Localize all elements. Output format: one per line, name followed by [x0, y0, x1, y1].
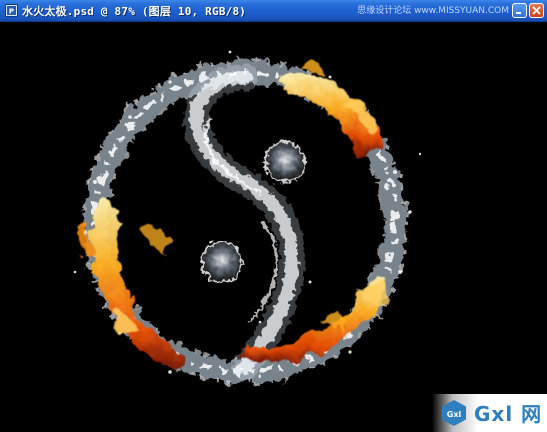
gxl-logo-mark: Gxl [442, 400, 466, 426]
watermark-text: 思缘设计论坛 www.MISSYUAN.COM [357, 6, 509, 16]
close-icon [532, 6, 541, 15]
water-fire-taiji-artwork [73, 50, 422, 386]
svg-text:Gxl: Gxl [447, 410, 462, 419]
svg-text:P: P [9, 8, 14, 16]
water-s-curve [183, 64, 305, 380]
photoshop-document-window: P 水火太极.psd @ 87% (图层 10, RGB/8) 思缘设计论坛 w… [0, 0, 547, 432]
title-bar[interactable]: P 水火太极.psd @ 87% (图层 10, RGB/8) 思缘设计论坛 w… [0, 0, 547, 22]
minimize-button[interactable] [512, 3, 527, 18]
document-canvas[interactable] [0, 22, 547, 432]
photoshop-document-icon: P [5, 4, 18, 17]
minimize-icon [516, 12, 521, 14]
window-title: 水火太极.psd @ 87% (图层 10, RGB/8) [22, 5, 247, 18]
close-button[interactable] [529, 3, 544, 18]
logo-text: Gxl 网 [474, 402, 543, 426]
gxl-logo: Gxl Gxl 网 [432, 394, 547, 432]
